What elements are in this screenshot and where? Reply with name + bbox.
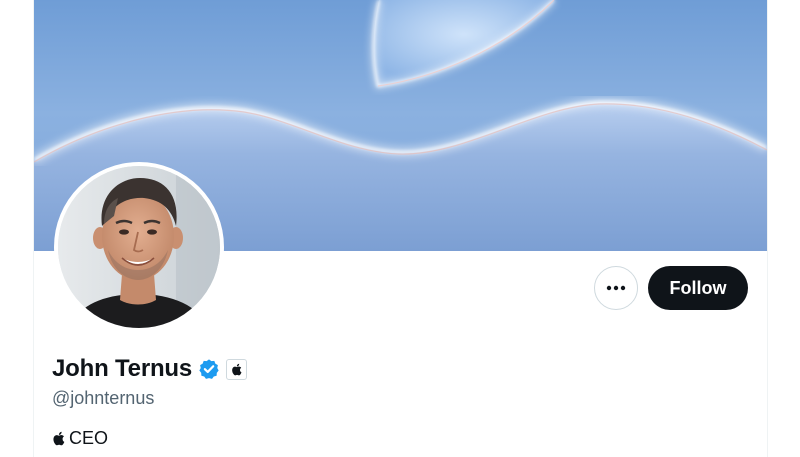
display-name: John Ternus [52, 355, 193, 382]
follow-button-label: Follow [669, 277, 727, 298]
apple-logo-icon [53, 431, 65, 446]
avatar-border [54, 162, 224, 332]
avatar-photo [58, 166, 220, 328]
profile-card: Follow John Ternus @johnternus CEO [33, 0, 768, 457]
apple-logo-icon [232, 363, 242, 375]
avatar[interactable] [58, 166, 220, 328]
username-handle: @johnternus [52, 388, 155, 408]
profile-bio: CEO [52, 428, 108, 449]
more-horizontal-icon [606, 285, 626, 291]
follow-button[interactable]: Follow [648, 266, 748, 310]
affiliation-badge[interactable] [226, 358, 248, 380]
more-options-button[interactable] [594, 266, 638, 310]
bio-text: CEO [69, 428, 109, 448]
verified-badge-icon[interactable] [198, 358, 220, 380]
profile-name-row: John Ternus [52, 355, 248, 383]
